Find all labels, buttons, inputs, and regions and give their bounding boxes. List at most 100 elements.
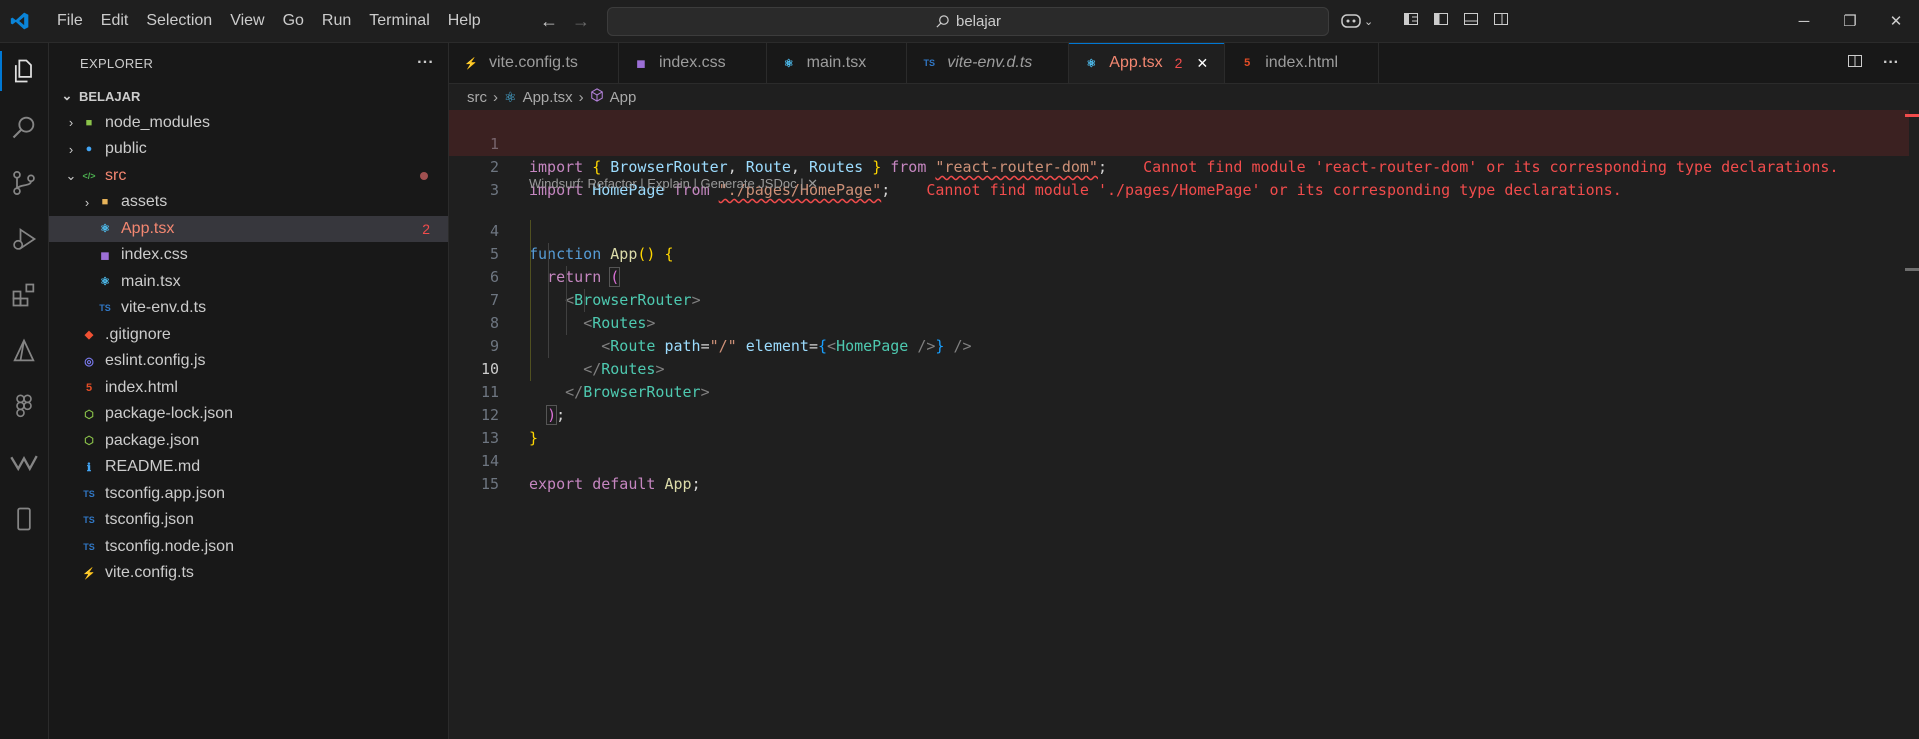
indent-guide	[584, 289, 585, 312]
forward-arrow-icon[interactable]: →	[572, 11, 590, 32]
tree-item-label: vite.config.ts	[105, 564, 194, 582]
activity-explorer[interactable]	[0, 43, 48, 99]
codelens-windsurf[interactable]: Windsurf: Refactor | Explain | Generate …	[529, 176, 818, 192]
tree-item-package-lock-json[interactable]: ⬡ package-lock.json	[49, 401, 448, 428]
minimize-icon[interactable]: ─	[1781, 0, 1827, 42]
restore-icon[interactable]: ❐	[1827, 0, 1873, 42]
run-debug-icon	[13, 228, 37, 250]
tree-item-tsconfig-node-json[interactable]: TS tsconfig.node.json	[49, 534, 448, 561]
more-actions-icon[interactable]: ···	[1883, 54, 1899, 72]
explorer-more-button[interactable]: ···	[417, 54, 434, 72]
tsconfig-icon: TS	[83, 488, 95, 499]
tree-item-index-css[interactable]: ◼ index.css	[49, 242, 448, 269]
tab-vite-env-d-ts[interactable]: TS vite-env.d.ts	[907, 43, 1070, 83]
code-editor[interactable]: 1 import { BrowserRouter, Route, Routes …	[449, 110, 1919, 739]
menu-selection[interactable]: Selection	[137, 0, 221, 42]
tab-index-html[interactable]: 5 index.html	[1225, 43, 1380, 83]
code-line-5: 5 return (	[449, 220, 1909, 287]
symbol-method-icon	[590, 88, 604, 106]
tree-item-app-tsx[interactable]: ⚛ App.tsx 2	[49, 215, 448, 242]
back-arrow-icon[interactable]: ←	[540, 11, 558, 32]
code-line-6: 6 <BrowserRouter>	[449, 243, 1909, 309]
code-line-7: 7 <Routes>	[449, 266, 1909, 332]
extensions-icon	[12, 283, 35, 307]
tree-item-label: tsconfig.json	[105, 511, 194, 529]
tree-item-vite-config-ts[interactable]: ⚡ vite.config.ts	[49, 560, 448, 587]
menu-edit[interactable]: Edit	[92, 0, 138, 42]
tree-item-index-html[interactable]: 5 index.html	[49, 375, 448, 402]
search-icon	[936, 15, 949, 28]
tree-item-label: package.json	[105, 431, 200, 449]
tab-vite-config-ts[interactable]: ⚡ vite.config.ts	[449, 43, 619, 83]
tree-item-readme-md[interactable]: ℹ README.md	[49, 454, 448, 481]
menu-view[interactable]: View	[221, 0, 273, 42]
indent-guide	[548, 243, 549, 358]
react-icon: ⚛	[504, 88, 517, 105]
chevron-right-icon: ›	[68, 115, 74, 131]
activity-testing[interactable]	[0, 323, 48, 379]
code-line-8: 8 <Route path="/" element={<HomePage />}…	[449, 289, 1909, 355]
tree-item-tsconfig-app-json[interactable]: TS tsconfig.app.json	[49, 481, 448, 508]
tab-main-tsx[interactable]: ⚛ main.tsx	[767, 43, 908, 83]
info-icon: ℹ	[86, 461, 92, 474]
vite-icon: ⚡	[464, 57, 478, 70]
code-line-10: 10 </BrowserRouter>	[449, 335, 1909, 401]
activity-extensions[interactable]	[0, 267, 48, 323]
explorer-title: EXPLORER	[80, 55, 154, 71]
tree-item-label: .gitignore	[105, 325, 171, 343]
code-line-2: 2 import HomePage from "./pages/HomePage…	[449, 133, 1909, 199]
toggle-panel-icon[interactable]	[1463, 11, 1479, 32]
split-editor-icon[interactable]	[1847, 53, 1863, 74]
menu-go[interactable]: Go	[274, 0, 313, 42]
activity-source-control[interactable]	[0, 155, 48, 211]
activity-windsurf[interactable]	[0, 435, 48, 491]
close-window-icon[interactable]: ✕	[1873, 0, 1919, 42]
tree-item-label: vite-env.d.ts	[121, 299, 207, 317]
ts-icon: TS	[923, 58, 935, 68]
tsconfig-icon: TS	[83, 515, 95, 526]
command-center-search[interactable]: belajar	[607, 7, 1329, 36]
menu-help[interactable]: Help	[439, 0, 490, 42]
menu-file[interactable]: File	[48, 0, 92, 42]
tree-item-src[interactable]: ⌄ </> src	[49, 163, 448, 190]
activity-figma[interactable]	[0, 379, 48, 435]
code-line-15: 15	[449, 450, 1909, 493]
toggle-secondary-sidebar-icon[interactable]	[1493, 11, 1509, 32]
tab-app-tsx[interactable]: ⚛ App.tsx 2 ✕	[1069, 43, 1226, 83]
workspace-root[interactable]: ⌄ BELAJAR	[49, 83, 448, 110]
code-line-4: 4 function App() {	[449, 197, 1909, 263]
close-tab-icon[interactable]: ✕	[1196, 55, 1208, 72]
toggle-primary-sidebar-icon[interactable]	[1433, 11, 1449, 32]
activity-mobile[interactable]	[0, 491, 48, 547]
tree-item-package-json[interactable]: ⬡ package.json	[49, 428, 448, 455]
tree-item-vite-env-d-ts[interactable]: TS vite-env.d.ts	[49, 295, 448, 322]
menu-run[interactable]: Run	[313, 0, 360, 42]
css-icon: ◼	[100, 249, 110, 262]
tree-item-label: src	[105, 166, 127, 184]
tree-item-node-modules[interactable]: › ■ node_modules	[49, 110, 448, 137]
breadcrumb-symbol[interactable]: App	[610, 89, 637, 106]
tree-item-assets[interactable]: › ■ assets	[49, 189, 448, 216]
tree-item-public[interactable]: › ● public	[49, 136, 448, 163]
tree-item-eslint-config-js[interactable]: ◎ eslint.config.js	[49, 348, 448, 375]
tsconfig-icon: TS	[83, 541, 95, 552]
activity-run-debug[interactable]	[0, 211, 48, 267]
chevron-right-icon: ›	[68, 141, 74, 157]
ts-icon: TS	[99, 303, 111, 314]
file-tree: › ■ node_modules › ● public ⌄ </> src › ■ assets ⚛ Ap…	[49, 110, 448, 587]
breadcrumb-file[interactable]: App.tsx	[523, 89, 573, 106]
customize-layout-icon[interactable]	[1403, 11, 1419, 32]
node-json-icon: ⬡	[84, 408, 94, 421]
tree-item-label: package-lock.json	[105, 405, 234, 423]
tree-item-label: index.css	[121, 246, 188, 264]
breadcrumb-src[interactable]: src	[467, 89, 487, 106]
tree-item-tsconfig-json[interactable]: TS tsconfig.json	[49, 507, 448, 534]
tree-item--gitignore[interactable]: ◆ .gitignore	[49, 322, 448, 349]
react-icon: ⚛	[100, 223, 110, 236]
tree-item-label: README.md	[105, 458, 201, 476]
tree-item-main-tsx[interactable]: ⚛ main.tsx	[49, 269, 448, 296]
copilot-icon[interactable]: ⌄	[1340, 12, 1373, 30]
menu-terminal[interactable]: Terminal	[360, 0, 438, 42]
activity-search[interactable]	[0, 99, 48, 155]
tab-index-css[interactable]: ◼ index.css	[619, 43, 767, 83]
